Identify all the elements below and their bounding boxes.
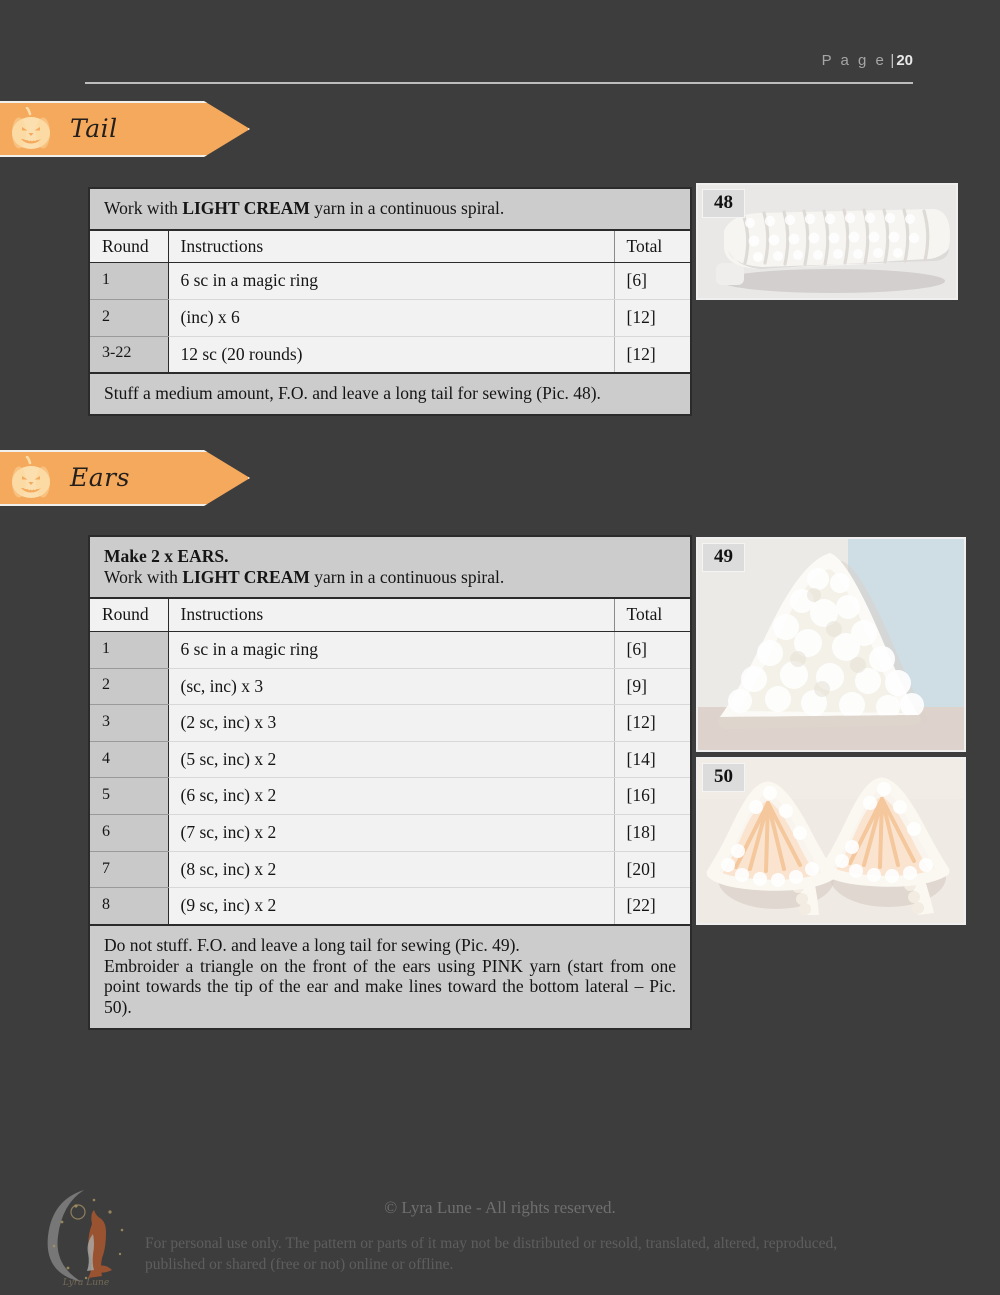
ears-intro-yarn: LIGHT CREAM (182, 566, 310, 587)
cell-instructions: (5 sc, inc) x 2 (168, 741, 614, 779)
col-header-total: Total (613, 230, 690, 264)
col-header-round: Round (90, 599, 169, 632)
photo-48-badge: 48 (702, 189, 745, 218)
cell-total: [9] (613, 668, 690, 706)
ears-make-line: Make 2 x EARS. (104, 546, 229, 566)
cell-instructions: (2 sc, inc) x 3 (168, 704, 614, 742)
table-row: 5 (6 sc, inc) x 2 [16] (90, 777, 690, 816)
table-row: 3 (2 sc, inc) x 3 [12] (90, 704, 690, 742)
cell-round: 2 (90, 668, 169, 706)
cell-total: [6] (613, 631, 690, 669)
cell-round: 8 (90, 887, 169, 925)
cell-round: 3-22 (90, 336, 169, 373)
photo-49: 49 (696, 537, 966, 752)
cell-instructions: (7 sc, inc) x 2 (168, 814, 614, 852)
page-footer: Lyra Lune © Lyra Lune - All rights reser… (0, 1168, 1000, 1294)
cell-total: [16] (613, 777, 690, 816)
photo-50: 50 (696, 757, 966, 925)
ears-intro-line: Work with LIGHT CREAM yarn in a continuo… (104, 567, 676, 588)
tail-instruction-table: Work with LIGHT CREAM yarn in a continuo… (88, 187, 692, 416)
section-banner-ears: Ears (0, 450, 250, 506)
col-header-instructions: Instructions (168, 599, 614, 632)
ears-intro-suffix: yarn in a continuous spiral. (309, 566, 505, 587)
table-row: 7 (8 sc, inc) x 2 [20] (90, 851, 690, 889)
cell-instructions: (sc, inc) x 3 (168, 668, 614, 706)
cell-total: [20] (613, 851, 690, 889)
ears-note-line: Embroider a triangle on the front of the… (104, 955, 676, 1017)
ears-note-line: Do not stuff. F.O. and leave a long tail… (104, 935, 520, 956)
pumpkin-icon (8, 106, 54, 151)
cell-instructions: 6 sc in a magic ring (168, 631, 614, 669)
page-separator: | (890, 52, 895, 69)
pumpkin-icon (8, 455, 54, 500)
tail-intro: Work with LIGHT CREAM yarn in a continuo… (90, 189, 690, 231)
section-title-ears: Ears (70, 462, 130, 492)
cell-total: [14] (613, 741, 690, 779)
cell-round: 3 (90, 704, 169, 742)
ears-note: Do not stuff. F.O. and leave a long tail… (90, 924, 690, 1028)
table-header-row: Round Instructions Total (90, 599, 690, 632)
tail-intro-suffix: yarn in a continuous spiral. (309, 198, 505, 218)
col-header-round: Round (90, 230, 169, 264)
cell-instructions: (6 sc, inc) x 2 (168, 777, 614, 816)
table-row: 3-22 12 sc (20 rounds) [12] (90, 336, 690, 373)
table-row: 4 (5 sc, inc) x 2 [14] (90, 741, 690, 779)
cell-instructions: (8 sc, inc) x 2 (168, 851, 614, 889)
col-header-total: Total (613, 599, 690, 632)
table-header-row: Round Instructions Total (90, 230, 690, 264)
footer-copyright: © Lyra Lune - All rights reserved. (384, 1198, 616, 1217)
cell-total: [18] (613, 814, 690, 852)
ears-instruction-table: Make 2 x EARS. Work with LIGHT CREAM yar… (88, 535, 692, 1030)
footer-terms: For personal use only. The pattern or pa… (145, 1235, 838, 1273)
cell-round: 1 (90, 631, 169, 669)
cell-round: 7 (90, 851, 169, 889)
header-divider (85, 82, 913, 84)
page-number: 20 (896, 52, 913, 69)
page-number-label: P a g e | 20 (822, 52, 913, 69)
table-row: 6 (7 sc, inc) x 2 [18] (90, 814, 690, 852)
tail-intro-yarn: LIGHT CREAM (182, 198, 310, 218)
table-row: 1 6 sc in a magic ring [6] (90, 631, 690, 669)
cell-round: 4 (90, 741, 169, 779)
cell-total: [12] (613, 336, 690, 373)
ears-intro-prefix: Work with (104, 566, 183, 587)
photo-49-badge: 49 (702, 543, 745, 572)
svg-text:Lyra Lune: Lyra Lune (62, 1278, 109, 1288)
cell-total: [22] (613, 887, 690, 925)
photo-50-badge: 50 (702, 763, 745, 792)
table-row: 2 (sc, inc) x 3 [9] (90, 668, 690, 706)
page-header: P a g e | 20 (85, 52, 913, 88)
page-word: P a g e (821, 52, 887, 69)
ears-rounds-table: Round Instructions Total 1 6 sc in a mag… (90, 599, 690, 925)
tail-note-line: Stuff a medium amount, F.O. and leave a … (104, 383, 601, 404)
section-banner-tail: Tail (0, 101, 250, 157)
cell-instructions: 12 sc (20 rounds) (180, 343, 303, 364)
section-title-tail: Tail (70, 113, 118, 143)
tail-rounds-table: Round Instructions Total 1 6 sc in a mag… (90, 230, 690, 373)
cell-round: 2 (90, 299, 169, 337)
cell-round: 1 (90, 262, 169, 300)
photo-48: 48 (696, 183, 958, 300)
col-header-instructions: Instructions (168, 230, 614, 264)
table-row: 8 (9 sc, inc) x 2 [22] (90, 887, 690, 925)
ears-intro: Make 2 x EARS. Work with LIGHT CREAM yar… (90, 537, 690, 600)
cell-instructions: (9 sc, inc) x 2 (180, 895, 277, 916)
cell-total: [12] (613, 299, 690, 337)
table-row: 2 (inc) x 6 [12] (90, 299, 690, 337)
cell-instructions: 6 sc in a magic ring (168, 262, 614, 300)
tail-note: Stuff a medium amount, F.O. and leave a … (90, 372, 690, 414)
table-row: 1 6 sc in a magic ring [6] (90, 262, 690, 300)
cell-round: 5 (90, 777, 169, 816)
cell-round: 6 (90, 814, 169, 852)
cell-instructions: (inc) x 6 (168, 299, 614, 337)
cell-total: [6] (613, 262, 690, 300)
cell-total: [12] (613, 704, 690, 742)
tail-intro-prefix: Work with (104, 198, 183, 218)
